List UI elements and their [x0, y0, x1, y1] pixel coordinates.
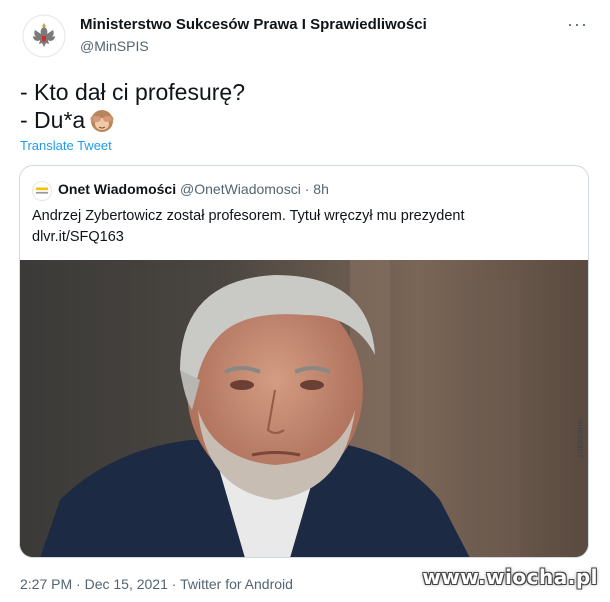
footer-time[interactable]: 2:27 PM — [20, 576, 72, 592]
footer-separator-1: · — [72, 576, 85, 592]
footer-separator-2: · — [167, 576, 181, 592]
quoted-tweet-text: Andrzej Zybertowicz został profesorem. T… — [32, 206, 572, 248]
tweet-text-line-2: - Du*a — [20, 107, 86, 133]
quoted-tweet[interactable]: Onet Wiadomości @OnetWiadomosci · 8h And… — [19, 165, 589, 558]
quoted-tweet-header: Onet Wiadomości @OnetWiadomosci · 8h — [58, 181, 329, 197]
quoted-time[interactable]: 8h — [313, 181, 329, 197]
onet-logo-icon — [32, 181, 52, 201]
site-watermark: www.wiocha.pl — [422, 565, 598, 589]
footer-source[interactable]: Twitter for Android — [180, 576, 293, 592]
see-no-evil-monkey-icon — [89, 108, 115, 134]
quoted-author-handle[interactable]: @OnetWiadomosci — [180, 181, 301, 197]
translate-tweet-link[interactable]: Translate Tweet — [20, 138, 112, 153]
author-handle[interactable]: @MinSPIS — [80, 38, 149, 54]
tweet-footer: 2:27 PM · Dec 15, 2021 · Twitter for And… — [20, 576, 293, 592]
man-portrait-photo[interactable] — [20, 260, 588, 557]
quoted-text-body: Andrzej Zybertowicz został profesorem. T… — [32, 208, 465, 224]
quoted-text-link[interactable]: dlvr.it/SFQ163 — [32, 227, 572, 248]
tweet-card: Ministerstwo Sukcesów Prawa I Sprawiedli… — [0, 0, 610, 602]
footer-date[interactable]: Dec 15, 2021 — [85, 576, 168, 592]
tweet-text-line-2-row: - Du*a — [20, 107, 115, 134]
more-options-icon[interactable]: ··· — [567, 14, 588, 35]
quoted-author-name[interactable]: Onet Wiadomości — [58, 181, 176, 197]
side-watermark: zakazane — [575, 419, 585, 458]
eagle-emblem-icon[interactable] — [20, 12, 68, 60]
tweet-text-line-1: - Kto dał ci profesurę? — [20, 79, 246, 105]
author-name[interactable]: Ministerstwo Sukcesów Prawa I Sprawiedli… — [80, 16, 427, 33]
quoted-separator: · — [300, 181, 314, 197]
